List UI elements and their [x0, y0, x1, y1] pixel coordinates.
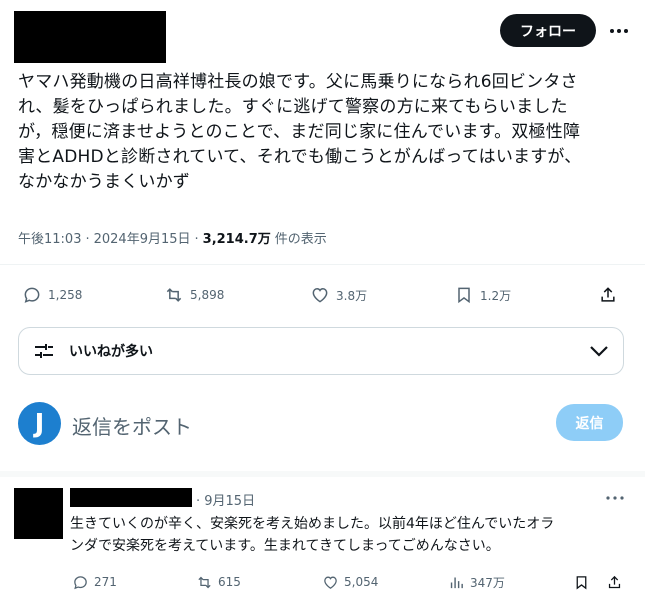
tweet-line: 害とADHDと診断されていて、それでも働こうとがんばってはいますが、 — [18, 147, 582, 167]
reply-icon — [24, 287, 40, 303]
reply-like-action[interactable]: 5,054 — [322, 573, 378, 591]
tweet-line: ヤマハ発動機の日高祥博社長の娘です。父に馬乗りになられ6回ビンタさ — [18, 72, 578, 92]
meta-separator: · — [85, 232, 90, 247]
bookmark-icon — [576, 575, 587, 589]
reply-share-action[interactable] — [606, 573, 623, 591]
like-action[interactable]: 3.8万 — [310, 284, 367, 306]
bookmark-icon — [458, 287, 470, 304]
reply-action[interactable]: 1,258 — [22, 284, 82, 306]
sort-label: いいねが多い — [69, 344, 153, 360]
tweet-time[interactable]: 午後11:03 — [18, 228, 81, 247]
tweet-line: れ、髪をひっぱられました。すぐに逃げて警察の方に来てもらいました — [18, 97, 568, 117]
avatar[interactable]: J — [18, 402, 61, 445]
reply-sort-dropdown[interactable]: いいねが多い — [18, 327, 624, 375]
reply-views-count: 347万 — [470, 575, 505, 590]
reply-reply-count: 271 — [94, 575, 117, 589]
reply-repost-count: 615 — [218, 575, 241, 589]
chevron-down-icon — [590, 346, 608, 357]
reply-text: 生きていくのが辛く、安楽死を考え始めました。以前4年ほど住んでいたオラ ンダで安… — [70, 513, 635, 557]
divider — [0, 264, 645, 265]
sliders-icon — [35, 344, 53, 358]
tweet-meta: 午後11:03 · 2024年9月15日 · 3,214.7万 件の表示 — [18, 228, 327, 247]
reply-button[interactable]: 返信 — [556, 404, 623, 441]
reply-count: 1,258 — [48, 288, 83, 302]
bookmark-action[interactable]: 1.2万 — [454, 284, 511, 306]
tweet-line: が，穏便に済ませようとのことで、まだ同じ家に住んでいます。双極性障 — [18, 122, 581, 142]
follow-button[interactable]: フォロー — [500, 14, 596, 47]
reply-views-action[interactable]: 347万 — [448, 573, 505, 591]
heart-icon — [312, 287, 328, 303]
share-action[interactable] — [598, 284, 618, 306]
share-icon — [601, 287, 615, 302]
redacted-author — [14, 11, 166, 63]
redacted-reply-avatar — [14, 488, 63, 539]
more-options-icon[interactable] — [604, 490, 626, 506]
meta-separator: · — [194, 232, 199, 247]
reply-input[interactable]: 返信をポスト — [72, 411, 192, 440]
repost-icon — [198, 576, 211, 588]
tweet-line: なかなかうまくいかず — [18, 172, 190, 192]
views-suffix: 件の表示 — [274, 232, 327, 247]
reply-date[interactable]: · 9月15日 — [196, 490, 255, 509]
repost-count: 5,898 — [190, 288, 225, 302]
repost-icon — [166, 288, 182, 302]
reply-like-count: 5,054 — [344, 575, 379, 589]
redacted-reply-name — [70, 488, 192, 507]
reply-line: ンダで安楽死を考えています。生まれてきてしまってごめんなさい。 — [70, 538, 500, 554]
tweet-views: 3,214.7万 — [202, 232, 271, 247]
tweet-date[interactable]: 2024年9月15日 — [94, 228, 191, 247]
like-count: 3.8万 — [336, 288, 368, 303]
repost-action[interactable]: 5,898 — [164, 284, 224, 306]
reply-bookmark-action[interactable] — [573, 573, 590, 591]
bookmark-count: 1.2万 — [480, 288, 512, 303]
tweet-text: ヤマハ発動機の日高祥博社長の娘です。父に馬乗りになられ6回ビンタさ れ、髪をひっ… — [18, 70, 623, 195]
share-icon — [608, 575, 621, 588]
reply-icon — [74, 575, 87, 589]
reply-reply-action[interactable]: 271 — [72, 573, 117, 591]
reply-line: 生きていくのが辛く、安楽死を考え始めました。以前4年ほど住んでいたオラ — [70, 516, 555, 532]
more-options-icon[interactable] — [604, 18, 634, 44]
heart-icon — [324, 576, 337, 589]
section-divider — [0, 471, 645, 477]
reply-repost-action[interactable]: 615 — [196, 573, 241, 591]
analytics-icon — [450, 577, 463, 588]
